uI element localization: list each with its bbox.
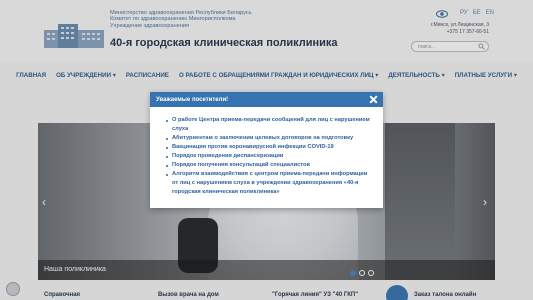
announcement-link[interactable]: Вакцинация против коронавирусной инфекци…	[172, 144, 334, 150]
list-item: Порядок получения консультаций специалис…	[166, 161, 373, 170]
list-item: О работе Центра приема-передачи сообщени…	[166, 116, 373, 134]
list-item: Абитуриентам о заключении целевых догово…	[166, 134, 373, 143]
list-item: Алгоритм взаимодействия с центром приема…	[166, 170, 373, 197]
modal-title: Уважаемые посетители!	[156, 97, 229, 103]
modal-body: О работе Центра приема-передачи сообщени…	[150, 107, 383, 197]
list-item: Порядок проведения диспансеризации	[166, 152, 373, 161]
announcement-link[interactable]: Алгоритм взаимодействия с центром приема…	[172, 171, 367, 195]
announcement-modal: Уважаемые посетители! О работе Центра пр…	[150, 92, 383, 208]
announcement-link[interactable]: О работе Центра приема-передачи сообщени…	[172, 117, 370, 132]
list-item: Вакцинация против коронавирусной инфекци…	[166, 143, 373, 152]
close-icon[interactable]	[369, 95, 378, 104]
modal-header: Уважаемые посетители!	[150, 92, 383, 107]
announcement-list: О работе Центра приема-передачи сообщени…	[166, 116, 373, 197]
announcement-link[interactable]: Порядок проведения диспансеризации	[172, 153, 283, 159]
announcement-link[interactable]: Абитуриентам о заключении целевых догово…	[172, 135, 353, 141]
announcement-link[interactable]: Порядок получения консультаций специалис…	[172, 162, 310, 168]
